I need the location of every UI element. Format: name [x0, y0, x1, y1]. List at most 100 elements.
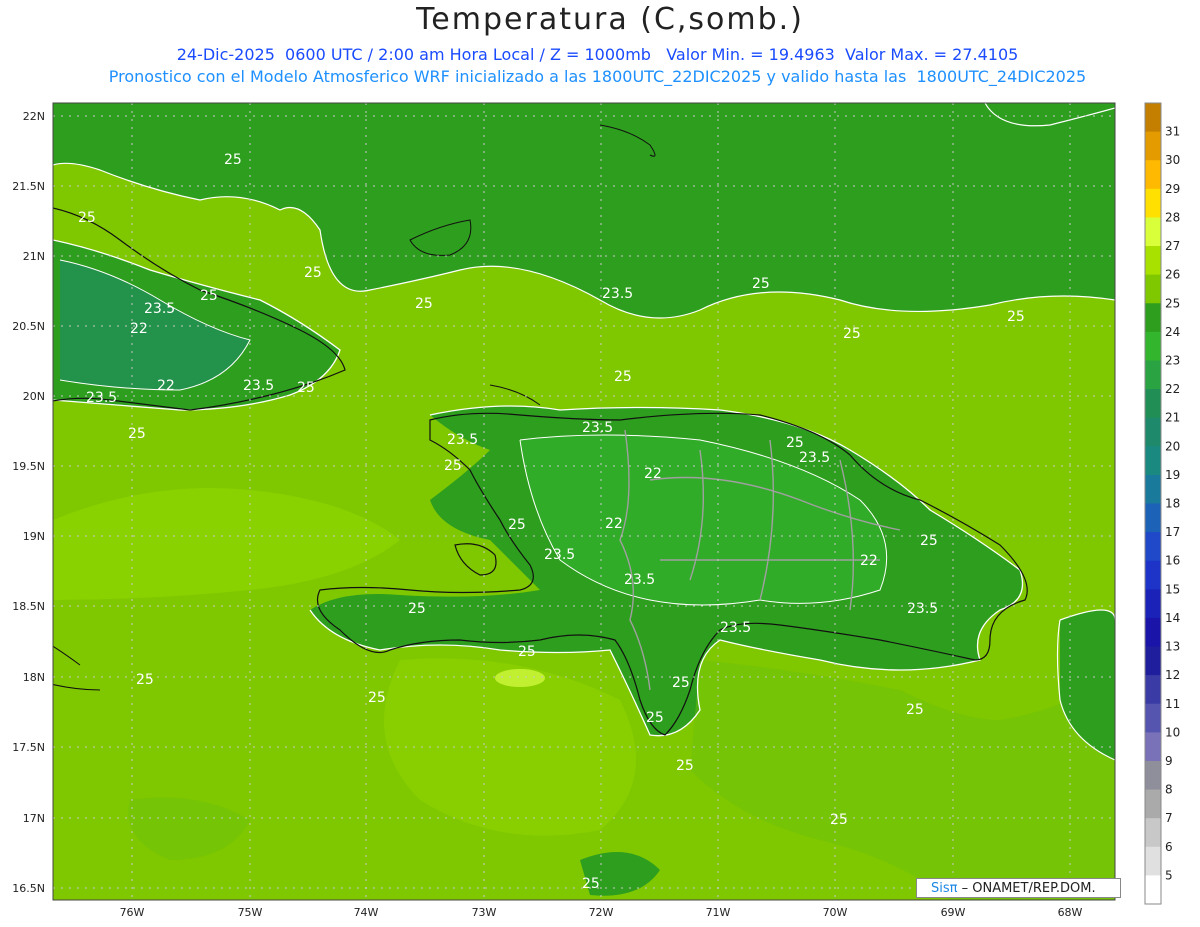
contour-label: 23.5: [799, 450, 830, 466]
lon-tick-label: 72W: [589, 906, 614, 919]
colorbar-swatch: [1145, 646, 1161, 676]
colorbar-label: 21: [1165, 411, 1180, 425]
contour-label: 25: [843, 326, 861, 342]
contour-label: 23.5: [602, 286, 633, 302]
colorbar-swatch: [1145, 846, 1161, 876]
contour-label: 22: [605, 516, 623, 532]
colorbar-swatch: [1145, 818, 1161, 848]
colorbar-swatch: [1145, 389, 1161, 419]
lat-tick-label: 18.5N: [12, 600, 45, 613]
colorbar-label: 15: [1165, 582, 1180, 596]
colorbar-label: 13: [1165, 640, 1180, 654]
lon-tick-label: 75W: [238, 906, 263, 919]
lon-tick-label: 73W: [472, 906, 497, 919]
contour-label: 22: [157, 378, 175, 394]
contour-label: 22: [644, 466, 662, 482]
contour-label: 23.5: [447, 432, 478, 448]
contour-label: 25: [676, 758, 694, 774]
colorbar-label: 26: [1165, 268, 1180, 282]
lat-tick-label: 20N: [23, 390, 45, 403]
colorbar-swatch: [1145, 188, 1161, 218]
contour-label: 25: [78, 210, 96, 226]
colorbar-label: 6: [1165, 840, 1173, 854]
colorbar-label: 27: [1165, 239, 1180, 253]
colorbar-label: 20: [1165, 439, 1180, 453]
colorbar-swatch: [1145, 360, 1161, 390]
colorbar-label: 14: [1165, 611, 1180, 625]
lon-tick-label: 76W: [120, 906, 145, 919]
contour-label: 23.5: [624, 572, 655, 588]
lon-tick-label: 70W: [823, 906, 848, 919]
colorbar-label: 25: [1165, 296, 1180, 310]
colorbar-label: 24: [1165, 325, 1180, 339]
colorbar-swatch: [1145, 732, 1161, 762]
lon-tick-label: 74W: [354, 906, 379, 919]
contour-label: 25: [304, 265, 322, 281]
colorbar-label: 8: [1165, 783, 1173, 797]
contour-label: 23.5: [144, 301, 175, 317]
contour-label: 25: [368, 690, 386, 706]
contour-label: 25: [508, 517, 526, 533]
contour-label: 25: [136, 672, 154, 688]
lat-tick-label: 18N: [23, 671, 45, 684]
colorbar-swatch: [1145, 789, 1161, 819]
contour-label: 25: [786, 435, 804, 451]
colorbar: 31 30 29 28 27 26 25 24 23 22 21 20 19 18 17 16 15 14 13 12…: [1144, 102, 1180, 905]
colorbar-swatch: [1145, 246, 1161, 276]
contour-label: 25: [1007, 309, 1025, 325]
contour-label: 23.5: [544, 547, 575, 563]
contour-label: 25: [408, 601, 426, 617]
colorbar-swatch: [1145, 274, 1161, 304]
contour-label: 25: [920, 533, 938, 549]
lat-tick-label: 17.5N: [12, 741, 45, 754]
contour-label: 22: [130, 321, 148, 337]
colorbar-label: 7: [1165, 811, 1173, 825]
colorbar-label: 5: [1165, 868, 1173, 882]
contour-label: 25: [518, 644, 536, 660]
colorbar-swatch: [1145, 560, 1161, 590]
lat-tick-label: 17N: [23, 812, 45, 825]
colorbar-swatch: [1145, 503, 1161, 533]
temperature-field: [53, 103, 1115, 900]
colorbar-swatch: [1145, 703, 1161, 733]
colorbar-swatch: [1145, 160, 1161, 190]
colorbar-label: 29: [1165, 182, 1180, 196]
colorbar-label: 12: [1165, 668, 1180, 682]
contour-label: 25: [224, 152, 242, 168]
colorbar-label: 10: [1165, 725, 1180, 739]
temperature-map: 25 25 25 25 23.5 22 22 23.5 25 23.5 25 2…: [12, 102, 1180, 919]
colorbar-swatch: [1145, 446, 1161, 476]
colorbar-swatch: [1145, 875, 1161, 905]
lat-tick-label: 20.5N: [12, 320, 45, 333]
colorbar-label: 31: [1165, 125, 1180, 139]
longitude-axis: 76W 75W 74W 73W 72W 71W 70W 69W 68W: [120, 906, 1083, 919]
colorbar-swatch: [1145, 103, 1161, 133]
lat-tick-label: 21N: [23, 250, 45, 263]
lon-tick-label: 68W: [1058, 906, 1083, 919]
lat-tick-label: 19N: [23, 530, 45, 543]
colorbar-label: 11: [1165, 697, 1180, 711]
contour-label: 23.5: [582, 420, 613, 436]
colorbar-swatch: [1145, 131, 1161, 161]
latitude-axis: 22N 21.5N 21N 20.5N 20N 19.5N 19N 18.5N …: [12, 110, 45, 895]
contour-label: 25: [830, 812, 848, 828]
colorbar-label: 28: [1165, 210, 1180, 224]
contour-label: 25: [444, 458, 462, 474]
lat-tick-label: 21.5N: [12, 180, 45, 193]
contour-label: 23.5: [720, 620, 751, 636]
contour-label: 23.5: [86, 390, 117, 406]
colorbar-label: 17: [1165, 525, 1180, 539]
credit-box: Sisπ – ONAMET/REP.DOM.: [916, 878, 1121, 898]
contour-label: 25: [646, 710, 664, 726]
contour-label: 25: [128, 426, 146, 442]
colorbar-swatch: [1145, 217, 1161, 247]
colorbar-label: 9: [1165, 754, 1173, 768]
colorbar-label: 19: [1165, 468, 1180, 482]
lat-tick-label: 16.5N: [12, 882, 45, 895]
colorbar-swatch: [1145, 417, 1161, 447]
lon-tick-label: 69W: [941, 906, 966, 919]
colorbar-swatch: [1145, 617, 1161, 648]
colorbar-swatch: [1145, 760, 1161, 791]
contour-label: 25: [906, 702, 924, 718]
colorbar-label: 22: [1165, 382, 1180, 396]
